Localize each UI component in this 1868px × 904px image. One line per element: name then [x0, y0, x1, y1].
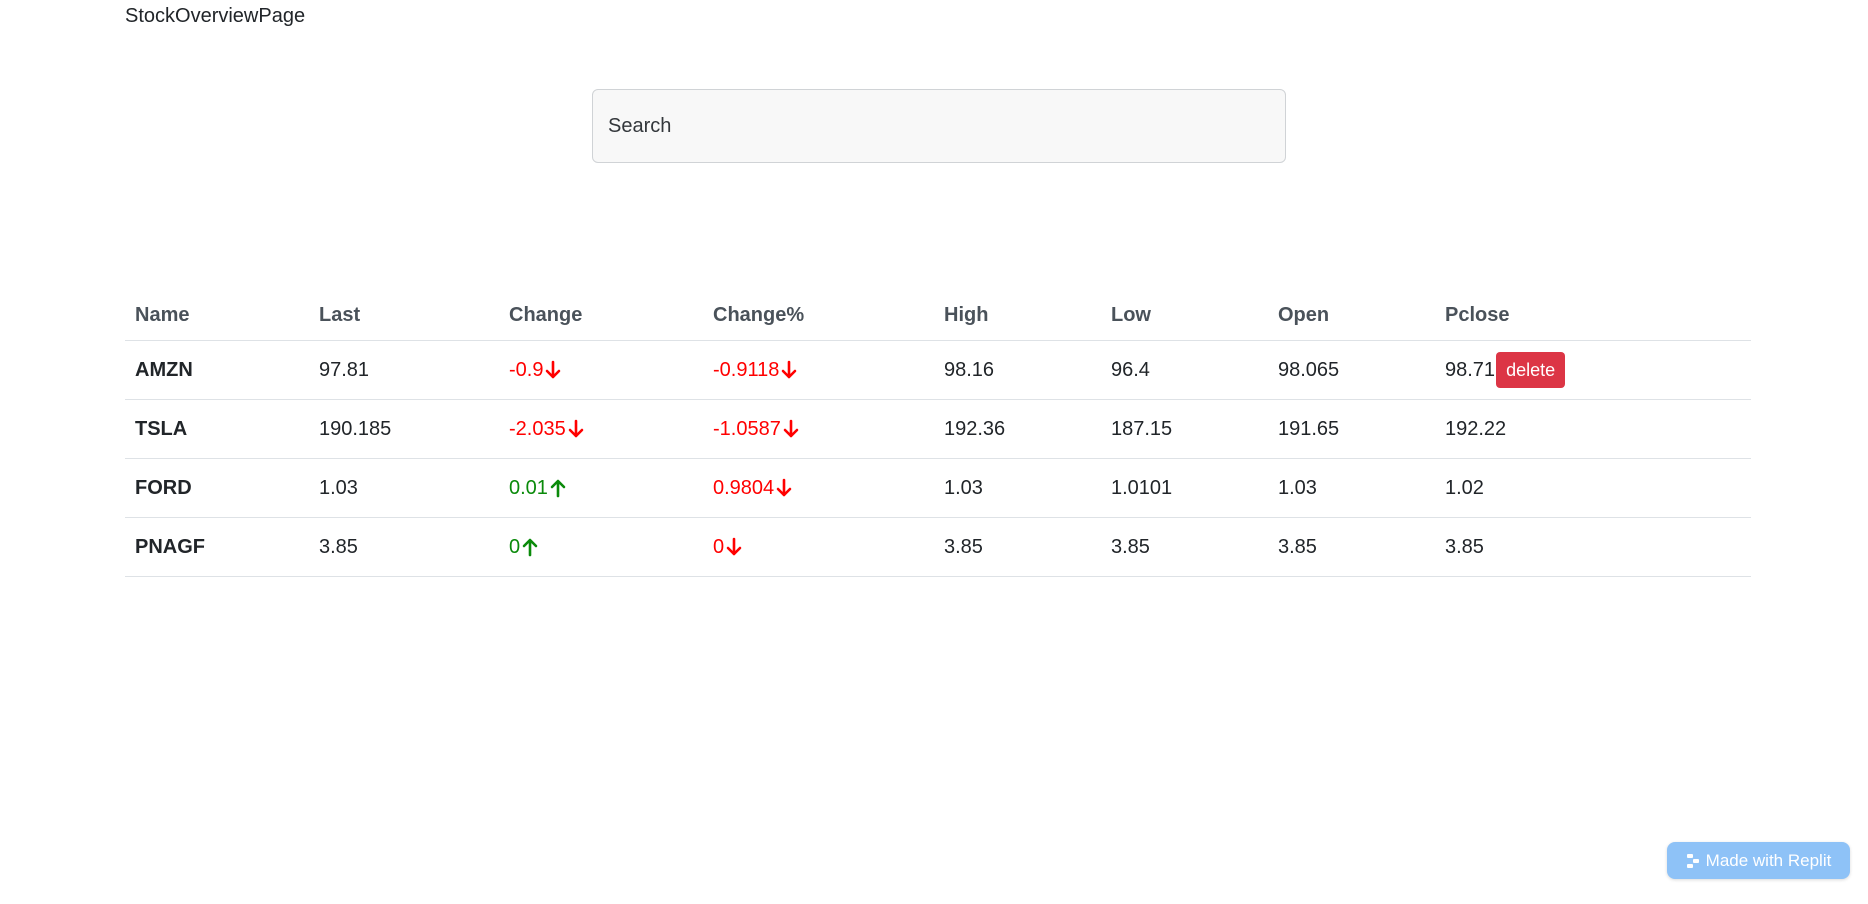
change-value: -0.9 [509, 358, 544, 381]
arrow-down-icon [568, 419, 584, 438]
cell-change: -0.9 [499, 340, 703, 400]
arrow-down-icon [783, 419, 799, 438]
change-pct-value: -1.0587 [713, 417, 781, 440]
header-change: Change [499, 290, 703, 341]
cell-last: 3.85 [309, 517, 499, 577]
header-high: High [934, 290, 1101, 341]
header-change-pct: Change% [703, 290, 934, 341]
table-header-row: Name Last Change Change% High Low Open P… [125, 290, 1751, 341]
cell-open: 191.65 [1268, 399, 1435, 459]
cell-low: 3.85 [1101, 517, 1268, 577]
cell-change-pct: -1.0587 [703, 399, 934, 459]
cell-change: 0 [499, 517, 703, 577]
cell-high: 192.36 [934, 399, 1101, 459]
cell-change: 0.01 [499, 458, 703, 518]
cell-low: 96.4 [1101, 340, 1268, 400]
arrow-down-icon [776, 478, 792, 497]
header-open: Open [1268, 290, 1435, 341]
cell-high: 98.16 [934, 340, 1101, 400]
arrow-up-icon [522, 538, 538, 557]
cell-open: 3.85 [1268, 517, 1435, 577]
cell-name: TSLA [125, 399, 309, 459]
cell-name: AMZN [125, 340, 309, 400]
page-title: StockOverviewPage [125, 5, 306, 27]
cell-low: 187.15 [1101, 399, 1268, 459]
header-name: Name [125, 290, 309, 341]
pclose-value: 1.02 [1445, 476, 1484, 499]
change-value: 0.01 [509, 476, 548, 499]
table-row: TSLA 190.185 -2.035 -1.0587 192.36 187.15 191.… [125, 399, 1751, 459]
table-row: FORD 1.03 0.01 0.9804 1.03 1.0101 1.03 1.02 [125, 458, 1751, 518]
cell-name: FORD [125, 458, 309, 518]
cell-pclose: 192.22 [1435, 399, 1751, 459]
arrow-up-icon [550, 479, 566, 498]
cell-pclose: 98.71 delete [1435, 340, 1751, 400]
header-pclose: Pclose [1435, 290, 1751, 341]
cell-open: 98.065 [1268, 340, 1435, 400]
pclose-value: 3.85 [1445, 535, 1484, 558]
arrow-down-icon [782, 360, 797, 379]
cell-change: -2.035 [499, 399, 703, 459]
arrow-down-icon [546, 360, 561, 379]
pclose-value: 98.71 [1445, 358, 1496, 381]
table-row: PNAGF 3.85 0 0 3.85 3.85 3.85 3.85 [125, 517, 1751, 577]
cell-last: 97.81 [309, 340, 499, 400]
change-pct-value: 0 [713, 535, 725, 558]
cell-change-pct: 0 [703, 517, 934, 577]
arrow-down-icon [726, 537, 742, 556]
cell-name: PNAGF [125, 517, 309, 577]
header-low: Low [1101, 290, 1268, 341]
cell-low: 1.0101 [1101, 458, 1268, 518]
pclose-value: 192.22 [1445, 417, 1507, 440]
change-value: -2.035 [509, 417, 566, 440]
cell-change-pct: -0.9118 [703, 340, 934, 400]
cell-change-pct: 0.9804 [703, 458, 934, 518]
search-input[interactable] [592, 89, 1286, 163]
cell-pclose: 3.85 [1435, 517, 1751, 577]
table-body: AMZN 97.81 -0.9 -0.9118 98.16 96.4 98.065 98.71… [125, 340, 1751, 577]
cell-high: 3.85 [934, 517, 1101, 577]
header-last: Last [309, 290, 499, 341]
table-row: AMZN 97.81 -0.9 -0.9118 98.16 96.4 98.065 98.71… [125, 340, 1751, 400]
cell-open: 1.03 [1268, 458, 1435, 518]
delete-button[interactable]: delete [1496, 352, 1566, 388]
change-pct-value: 0.9804 [713, 476, 775, 499]
cell-last: 190.185 [309, 399, 499, 459]
cell-last: 1.03 [309, 458, 499, 518]
change-value: 0 [509, 535, 521, 558]
made-with-replit-badge[interactable]: Made with Replit [1667, 842, 1850, 879]
replit-icon [1686, 853, 1699, 868]
cell-high: 1.03 [934, 458, 1101, 518]
badge-label: Made with Replit [1705, 850, 1832, 870]
change-pct-value: -0.9118 [713, 358, 780, 381]
cell-pclose: 1.02 [1435, 458, 1751, 518]
search-container [592, 89, 1286, 163]
stock-table: Name Last Change Change% High Low Open P… [125, 290, 1751, 577]
stock-overview-page: StockOverviewPage Name Last Change Chang… [0, 0, 1868, 904]
